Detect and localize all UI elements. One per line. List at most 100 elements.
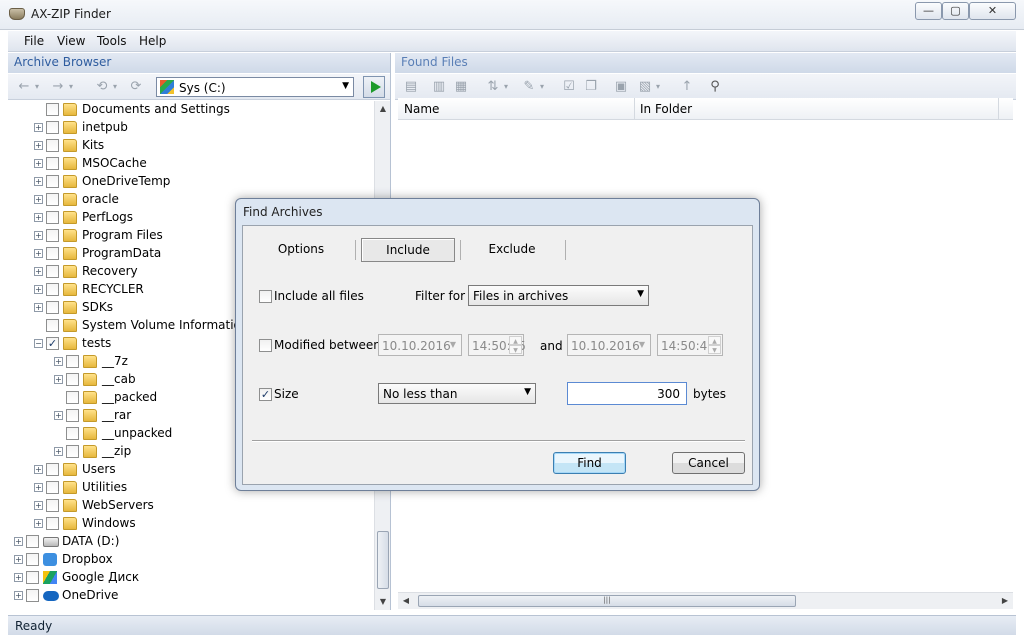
collapse-icon[interactable]: − (34, 339, 43, 348)
expand-icon[interactable]: + (14, 573, 23, 582)
expand-icon[interactable]: + (54, 447, 63, 456)
invert-selection-icon[interactable]: ❐ (583, 79, 599, 95)
tree-item-checkbox[interactable] (66, 409, 79, 422)
tree-item[interactable]: + OneDriveTemp (8, 173, 374, 191)
scroll-up-icon[interactable]: ▲ (375, 101, 391, 117)
tree-item[interactable]: + Windows (8, 515, 374, 533)
expand-icon[interactable]: + (34, 285, 43, 294)
tree-item-checkbox[interactable] (66, 427, 79, 440)
refresh-icon[interactable]: ⟳ (128, 79, 144, 95)
expand-icon[interactable]: + (34, 249, 43, 258)
tree-item-checkbox[interactable] (46, 499, 59, 512)
maximize-button[interactable]: ▢ (942, 2, 969, 20)
expand-icon[interactable]: + (34, 213, 43, 222)
tree-item[interactable]: + Google Диск (8, 569, 374, 587)
tree-item-checkbox[interactable] (26, 553, 39, 566)
expand-icon[interactable]: + (34, 159, 43, 168)
menu-view[interactable]: View (57, 34, 85, 48)
tree-item[interactable]: Documents and Settings (8, 101, 374, 119)
column-in-folder[interactable]: In Folder (640, 102, 692, 116)
scroll-right-icon[interactable]: ▶ (997, 593, 1013, 609)
tree-item-checkbox[interactable] (46, 247, 59, 260)
expand-icon[interactable]: + (14, 555, 23, 564)
menu-file[interactable]: File (24, 34, 44, 48)
tree-item[interactable]: + Dropbox (8, 551, 374, 569)
filter-for-select[interactable]: Files in archives ▼ (468, 285, 649, 306)
save-icon[interactable]: ▣ (613, 79, 629, 95)
binoculars-icon[interactable]: ⚲ (707, 79, 723, 95)
tree-item-checkbox[interactable] (66, 373, 79, 386)
expand-icon[interactable]: + (54, 375, 63, 384)
tree-item-checkbox[interactable] (46, 193, 59, 206)
tree-item-checkbox[interactable] (46, 211, 59, 224)
tree-item-checkbox[interactable] (46, 175, 59, 188)
expand-icon[interactable]: + (34, 141, 43, 150)
tree-item-checkbox[interactable] (46, 301, 59, 314)
scroll-thumb[interactable] (377, 531, 389, 589)
up-icon[interactable]: ↑ (679, 79, 695, 95)
menu-tools[interactable]: Tools (97, 34, 127, 48)
modified-between-checkbox[interactable] (259, 339, 272, 352)
column-divider[interactable] (634, 98, 635, 120)
modified-from-date[interactable]: 10.10.2016 ▼ (378, 334, 462, 356)
tree-item-checkbox[interactable] (26, 571, 39, 584)
tree-item-checkbox[interactable] (46, 121, 59, 134)
tree-item[interactable]: + WebServers (8, 497, 374, 515)
spin-down-icon[interactable]: ▼ (509, 345, 522, 354)
results-hscrollbar[interactable]: ◀ ||| ▶ (398, 592, 1013, 609)
forward-dropdown-icon[interactable]: ▾ (66, 79, 76, 95)
tree-item-checkbox[interactable] (46, 463, 59, 476)
minimize-button[interactable]: — (915, 2, 942, 20)
scroll-down-icon[interactable]: ▼ (375, 594, 391, 610)
export-icon[interactable]: ▧ (637, 79, 653, 95)
edit-dropdown-icon[interactable]: ▾ (537, 79, 547, 95)
column-divider[interactable] (998, 98, 999, 120)
modified-from-time[interactable]: 14:50:45 ▲ ▼ (468, 334, 526, 356)
tree-item-checkbox[interactable]: ✓ (46, 337, 59, 350)
expand-icon[interactable]: + (34, 267, 43, 276)
move-icon[interactable]: ▦ (453, 79, 469, 95)
sort-icon[interactable]: ⇅ (485, 79, 501, 95)
tree-item-checkbox[interactable] (46, 319, 59, 332)
expand-icon[interactable]: + (34, 123, 43, 132)
expand-icon[interactable]: + (34, 519, 43, 528)
find-button[interactable]: Find (553, 452, 626, 474)
tree-item[interactable]: + inetpub (8, 119, 374, 137)
expand-icon[interactable]: + (54, 411, 63, 420)
tree-item-checkbox[interactable] (46, 157, 59, 170)
history-icon[interactable]: ⟲ (94, 79, 110, 95)
select-all-icon[interactable]: ☑ (561, 79, 577, 95)
tree-item[interactable]: + DATA (D:) (8, 533, 374, 551)
forward-icon[interactable]: → (50, 79, 66, 95)
tab-options[interactable]: Options (255, 238, 347, 262)
copy-icon[interactable]: ▥ (431, 79, 447, 95)
tree-item[interactable]: + OneDrive (8, 587, 374, 605)
modified-to-time[interactable]: 14:50:45 ▲ ▼ (657, 334, 723, 356)
menu-help[interactable]: Help (139, 34, 166, 48)
tree-item-checkbox[interactable] (46, 229, 59, 242)
expand-icon[interactable]: + (34, 501, 43, 510)
tree-item-checkbox[interactable] (66, 445, 79, 458)
size-operator-select[interactable]: No less than ▼ (378, 383, 536, 404)
tab-exclude[interactable]: Exclude (465, 238, 559, 262)
tree-item-checkbox[interactable] (46, 517, 59, 530)
spin-up-icon[interactable]: ▲ (509, 336, 522, 345)
hscroll-thumb[interactable]: ||| (418, 595, 796, 607)
expand-icon[interactable]: + (34, 195, 43, 204)
spin-down-icon[interactable]: ▼ (708, 345, 721, 354)
include-all-checkbox[interactable] (259, 290, 272, 303)
size-checkbox[interactable]: ✓ (259, 388, 272, 401)
tree-item-checkbox[interactable] (66, 355, 79, 368)
back-icon[interactable]: ← (16, 79, 32, 95)
tree-item-checkbox[interactable] (26, 535, 39, 548)
close-button[interactable]: ✕ (969, 2, 1016, 20)
expand-icon[interactable]: + (54, 357, 63, 366)
size-value-input[interactable]: 300 (567, 382, 687, 405)
go-button[interactable] (363, 76, 385, 98)
column-name[interactable]: Name (404, 102, 439, 116)
tree-item-checkbox[interactable] (46, 103, 59, 116)
expand-icon[interactable]: + (34, 177, 43, 186)
cancel-button[interactable]: Cancel (672, 452, 745, 474)
expand-icon[interactable]: + (14, 537, 23, 546)
scroll-left-icon[interactable]: ◀ (398, 593, 414, 609)
